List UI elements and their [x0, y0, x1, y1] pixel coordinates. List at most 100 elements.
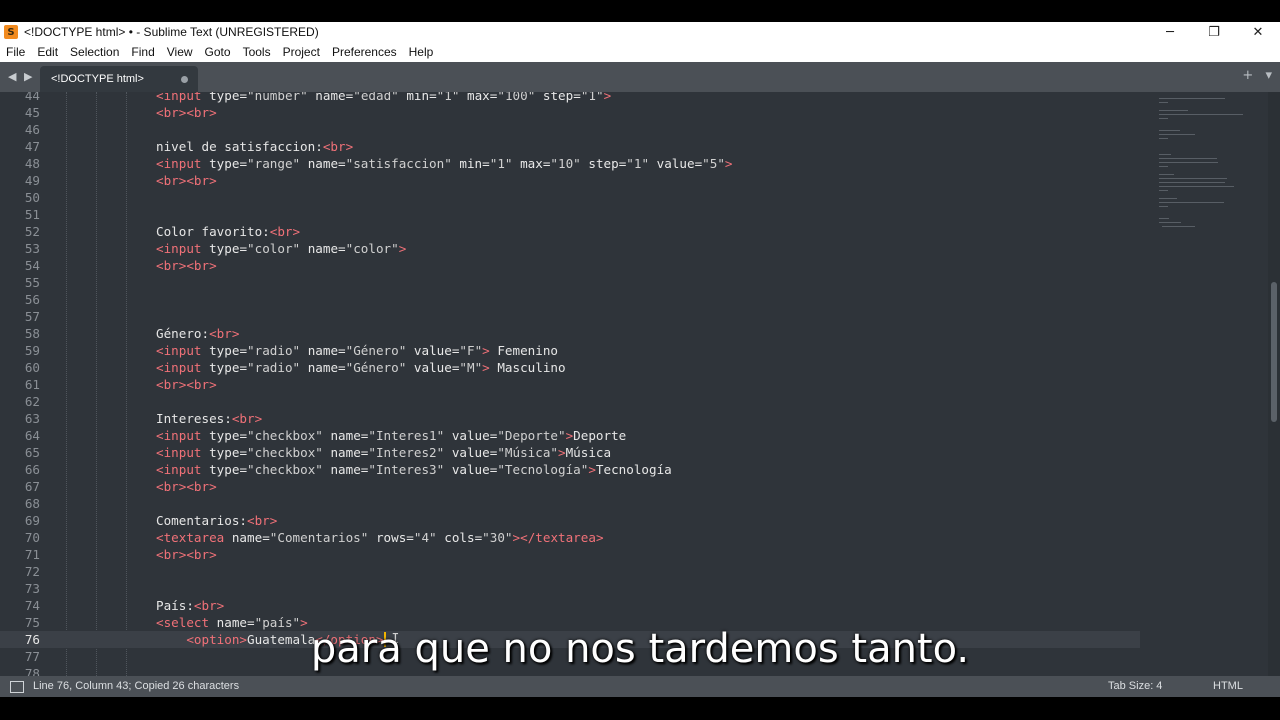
minimap-line	[1159, 138, 1168, 139]
minimap[interactable]	[1145, 92, 1255, 676]
code-line[interactable]: 44 <input type="number" name="edad" min="…	[0, 92, 1140, 104]
tab-nav-arrows-icon[interactable]: ◀ ▶	[8, 70, 34, 83]
code-line[interactable]: 50	[0, 189, 1140, 206]
minimap-line	[1159, 158, 1218, 159]
tab-list-chevron-icon[interactable]: ▾	[1265, 68, 1272, 83]
minimap-line	[1159, 98, 1225, 99]
panel-toggle-icon[interactable]	[10, 681, 24, 693]
line-code: <input type="color" name="color">	[156, 241, 407, 256]
line-code: <br><br>	[156, 377, 217, 392]
line-number: 64	[24, 428, 40, 443]
code-line[interactable]: 77	[0, 648, 1140, 665]
minimap-line	[1159, 166, 1168, 167]
tab-bar: ◀ ▶ <!DOCTYPE html> + ▾	[0, 62, 1280, 92]
restore-button[interactable]: ❐	[1192, 22, 1236, 42]
code-line[interactable]: 60 <input type="radio" name="Género" valu…	[0, 359, 1140, 376]
menu-view[interactable]: View	[161, 45, 199, 59]
line-code: <input type="range" name="satisfaccion" …	[156, 156, 733, 171]
code-line[interactable]: 48 <input type="range" name="satisfaccion…	[0, 155, 1140, 172]
syntax-selector[interactable]: HTML	[1213, 680, 1243, 692]
line-code: <br><br>	[156, 547, 217, 562]
menu-tools[interactable]: Tools	[237, 45, 277, 59]
code-line[interactable]: 53 <input type="color" name="color">	[0, 240, 1140, 257]
line-code: <textarea name="Comentarios" rows="4" co…	[156, 530, 604, 545]
code-line[interactable]: 72	[0, 563, 1140, 580]
line-code: Género:<br>	[156, 326, 240, 341]
code-line[interactable]: 54 <br><br>	[0, 257, 1140, 274]
minimap-line	[1159, 218, 1169, 219]
code-line[interactable]: 64 <input type="checkbox" name="Interes1"…	[0, 427, 1140, 444]
code-line[interactable]: 47 nivel de satisfaccion:<br>	[0, 138, 1140, 155]
code-line[interactable]: 78	[0, 665, 1140, 676]
line-number: 62	[24, 394, 40, 409]
line-code: <br><br>	[156, 479, 217, 494]
code-line[interactable]: 57	[0, 308, 1140, 325]
menu-help[interactable]: Help	[403, 45, 440, 59]
line-number: 59	[24, 343, 40, 358]
line-number: 65	[24, 445, 40, 460]
code-line[interactable]: 69 Comentarios:<br>	[0, 512, 1140, 529]
menu-find[interactable]: Find	[125, 45, 160, 59]
code-lines: 44 <input type="number" name="edad" min="…	[0, 92, 1140, 676]
line-number: 48	[24, 156, 40, 171]
menu-preferences[interactable]: Preferences	[326, 45, 403, 59]
minimap-line	[1159, 114, 1243, 115]
code-line[interactable]: 56	[0, 291, 1140, 308]
close-button[interactable]: ✕	[1236, 22, 1280, 42]
code-line[interactable]: 63 Intereses:<br>	[0, 410, 1140, 427]
line-code: <input type="checkbox" name="Interes1" v…	[156, 428, 627, 443]
minimap-line	[1159, 118, 1168, 119]
tab-size-selector[interactable]: Tab Size: 4	[1108, 680, 1162, 692]
window-titlebar[interactable]: S <!DOCTYPE html> • - Sublime Text (UNRE…	[0, 22, 1280, 42]
line-number: 76	[24, 632, 40, 647]
scrollbar-thumb[interactable]	[1271, 282, 1277, 422]
minimap-line	[1159, 162, 1219, 163]
line-number: 57	[24, 309, 40, 324]
code-line[interactable]: 51	[0, 206, 1140, 223]
code-editor[interactable]: 44 <input type="number" name="edad" min="…	[0, 92, 1280, 676]
line-number: 77	[24, 649, 40, 664]
minimap-line	[1159, 174, 1175, 175]
code-line[interactable]: 76 <option>Guatemala</option> I	[0, 631, 1140, 648]
unsaved-dot-icon[interactable]	[181, 76, 188, 83]
code-line[interactable]: 62	[0, 393, 1140, 410]
code-line[interactable]: 55	[0, 274, 1140, 291]
menu-project[interactable]: Project	[277, 45, 326, 59]
line-number: 55	[24, 275, 40, 290]
code-line[interactable]: 68	[0, 495, 1140, 512]
line-code: <input type="checkbox" name="Interes3" v…	[156, 462, 672, 477]
menu-bar: File Edit Selection Find View Goto Tools Projec…	[0, 42, 1280, 62]
code-line[interactable]: 70 <textarea name="Comentarios" rows="4" …	[0, 529, 1140, 546]
code-line[interactable]: 67 <br><br>	[0, 478, 1140, 495]
code-line[interactable]: 65 <input type="checkbox" name="Interes2"…	[0, 444, 1140, 461]
line-number: 49	[24, 173, 40, 188]
minimize-button[interactable]: ─	[1148, 22, 1192, 42]
code-line[interactable]: 58 Género:<br>	[0, 325, 1140, 342]
vertical-scrollbar[interactable]	[1268, 92, 1280, 676]
line-number: 52	[24, 224, 40, 239]
new-tab-plus-icon[interactable]: +	[1242, 68, 1253, 83]
line-number: 78	[24, 666, 40, 676]
menu-selection[interactable]: Selection	[64, 45, 125, 59]
line-number: 60	[24, 360, 40, 375]
code-line[interactable]: 75 <select name="país">	[0, 614, 1140, 631]
menu-file[interactable]: File	[0, 45, 31, 59]
code-line[interactable]: 46	[0, 121, 1140, 138]
code-line[interactable]: 71 <br><br>	[0, 546, 1140, 563]
menu-edit[interactable]: Edit	[31, 45, 64, 59]
code-line[interactable]: 52 Color favorito:<br>	[0, 223, 1140, 240]
code-line[interactable]: 61 <br><br>	[0, 376, 1140, 393]
code-line[interactable]: 73	[0, 580, 1140, 597]
minimap-line	[1159, 102, 1168, 103]
line-number: 50	[24, 190, 40, 205]
code-line[interactable]: 45 <br><br>	[0, 104, 1140, 121]
code-line[interactable]: 59 <input type="radio" name="Género" valu…	[0, 342, 1140, 359]
menu-goto[interactable]: Goto	[199, 45, 237, 59]
minimap-line	[1159, 186, 1234, 187]
code-line[interactable]: 49 <br><br>	[0, 172, 1140, 189]
code-line[interactable]: 66 <input type="checkbox" name="Interes3"…	[0, 461, 1140, 478]
tab-doctype-html[interactable]: <!DOCTYPE html>	[40, 66, 198, 92]
code-line[interactable]: 74 País:<br>	[0, 597, 1140, 614]
line-number: 74	[24, 598, 40, 613]
line-code: Intereses:<br>	[156, 411, 263, 426]
